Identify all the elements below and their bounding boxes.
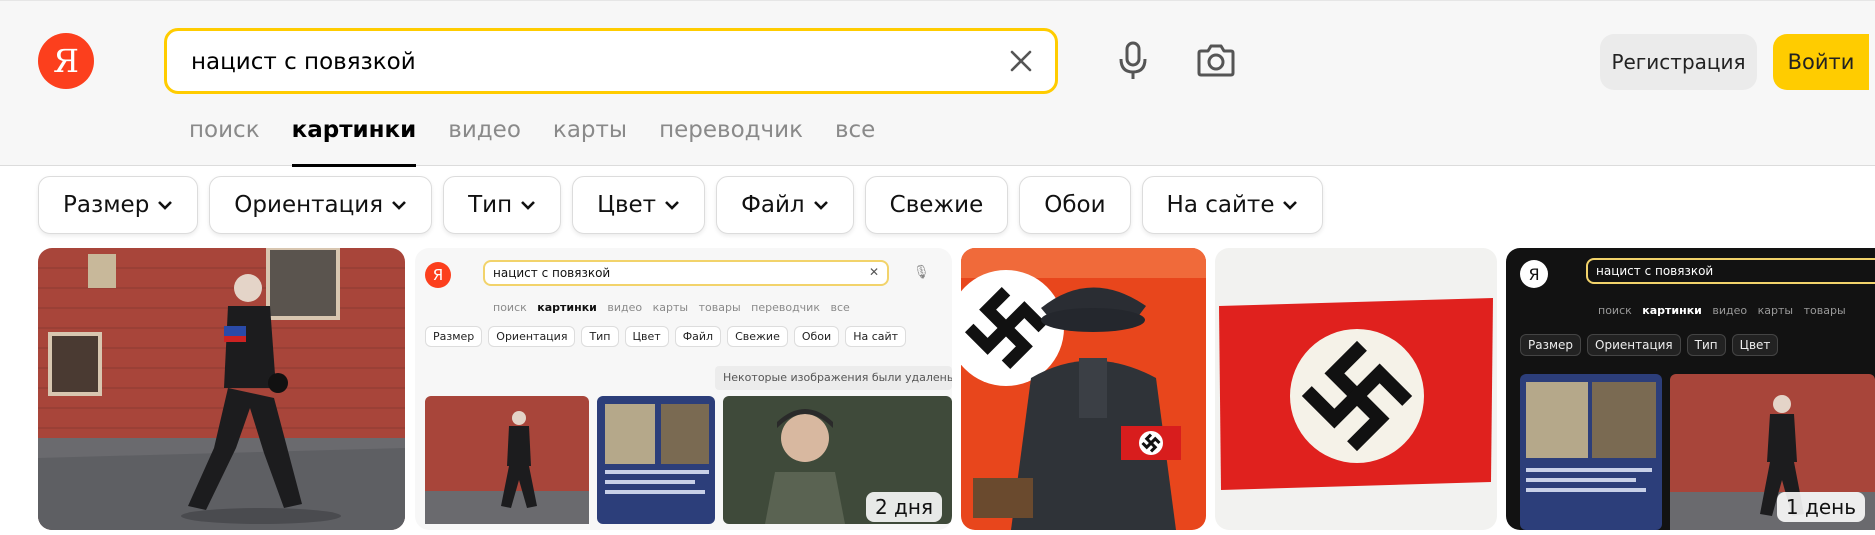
tab-maps[interactable]: карты: [553, 117, 627, 167]
filter-label: Обои: [1044, 192, 1106, 218]
mini-tab: товары: [698, 301, 741, 314]
filter-label: На сайте: [1166, 192, 1275, 218]
tab-all[interactable]: все: [835, 117, 875, 167]
tab-search[interactable]: поиск: [189, 117, 260, 167]
microphone-icon: 🎙: [913, 265, 930, 280]
camera-search-icon[interactable]: [1195, 39, 1237, 83]
mini-tab: видео: [607, 301, 643, 314]
chevron-down-icon: [1283, 201, 1298, 210]
yandex-logo[interactable]: Я: [38, 33, 94, 89]
chevron-down-icon: [392, 201, 406, 210]
filter-label: Цвет: [597, 192, 657, 218]
chevron-down-icon: [521, 201, 536, 210]
mini-chip: Свежие: [727, 326, 788, 347]
mini-notice: Некоторые изображения были удалены из р: [715, 366, 952, 390]
mini-chip: На сайт: [845, 326, 907, 347]
mini-chip: Ориентация: [488, 326, 576, 347]
mini-tab-active: картинки: [537, 301, 597, 314]
search-box[interactable]: нацист с повязкой: [164, 28, 1058, 94]
chevron-down-icon: [665, 201, 680, 210]
mini-chip: Размер: [1520, 334, 1582, 356]
mini-tabs: поиск картинки видео карты товары перево…: [493, 301, 850, 314]
mini-search-text: нацист с повязкой: [493, 266, 611, 280]
mini-chip: Цвет: [1731, 334, 1779, 356]
image-result[interactable]: [38, 248, 405, 530]
result-age-badge: 2 дня: [865, 492, 942, 522]
search-input[interactable]: нацист с повязкой: [191, 49, 416, 75]
chevron-down-icon: [813, 201, 828, 210]
mini-tab: товары: [1803, 304, 1846, 317]
mini-search-text: нацист с повязкой: [1596, 264, 1714, 278]
filter-label: Тип: [468, 192, 513, 218]
mini-filter-bar: Размер Ориентация Тип Цвет Файл Свежие О…: [425, 326, 912, 347]
mini-tab: карты: [652, 301, 689, 314]
mini-tabs: поиск картинки видео карты товары: [1598, 304, 1846, 317]
register-button[interactable]: Регистрация: [1600, 34, 1757, 90]
mini-tab-active: картинки: [1642, 304, 1702, 317]
mini-chip: Цвет: [624, 326, 669, 347]
login-button[interactable]: Войти: [1773, 34, 1869, 90]
mini-chip: Тип: [1686, 334, 1726, 356]
image-result[interactable]: [1215, 248, 1497, 530]
microphone-icon[interactable]: [1112, 39, 1154, 83]
image-result[interactable]: Я нацист с повязкой поиск картинки видео…: [1506, 248, 1875, 530]
mini-chip: Тип: [581, 326, 619, 347]
header: Я нацист с повязкой Регистрация Войти по…: [0, 0, 1875, 167]
mini-search: нацист с повязкой ✕: [483, 260, 889, 286]
mini-tab: все: [830, 301, 850, 314]
yandex-images-page: Я нацист с повязкой Регистрация Войти по…: [0, 0, 1875, 535]
result-thumbnail: [1219, 298, 1493, 490]
filter-label: Файл: [741, 192, 805, 218]
mini-tab: видео: [1712, 304, 1748, 317]
filter-color[interactable]: Цвет: [572, 176, 706, 234]
filter-fresh[interactable]: Свежие: [864, 176, 1009, 234]
filter-bar: Размер Ориентация Тип Цвет Файл Свежие О…: [38, 176, 1334, 234]
clear-icon[interactable]: [1005, 45, 1037, 77]
filter-on-site[interactable]: На сайте: [1141, 176, 1324, 234]
mini-logo: Я: [1520, 260, 1548, 288]
mini-filter-bar: Размер Ориентация Тип Цвет: [1520, 334, 1784, 356]
filter-label: Ориентация: [234, 192, 384, 218]
mini-tab: карты: [1757, 304, 1794, 317]
tab-images[interactable]: картинки: [291, 117, 416, 167]
filter-label: Размер: [63, 192, 150, 218]
result-age-badge: 1 день: [1776, 492, 1865, 522]
mini-tab: переводчик: [751, 301, 820, 314]
tab-translator[interactable]: переводчик: [659, 117, 803, 167]
chevron-down-icon: [158, 201, 173, 210]
mini-logo: Я: [425, 262, 451, 288]
search-tabs: поиск картинки видео карты переводчик вс…: [189, 117, 907, 167]
mini-chip: Размер: [425, 326, 483, 347]
mini-chip: Файл: [674, 326, 722, 347]
filter-label: Свежие: [889, 192, 984, 218]
mini-chip: Ориентация: [1587, 334, 1681, 356]
result-thumbnail: [38, 248, 405, 530]
result-thumbnail: [961, 248, 1206, 530]
filter-orientation[interactable]: Ориентация: [209, 176, 433, 234]
clear-icon: ✕: [868, 265, 879, 279]
mini-tab: поиск: [493, 301, 527, 314]
filter-type[interactable]: Тип: [443, 176, 562, 234]
filter-wallpapers[interactable]: Обои: [1019, 176, 1131, 234]
mini-chip: Обои: [793, 326, 840, 347]
image-result[interactable]: Я нацист с повязкой ✕ 🎙 поиск картинки в…: [415, 248, 952, 530]
mini-tab: поиск: [1598, 304, 1632, 317]
filter-size[interactable]: Размер: [38, 176, 199, 234]
mini-search: нацист с повязкой: [1586, 258, 1875, 284]
image-result[interactable]: [961, 248, 1206, 530]
tab-video[interactable]: видео: [448, 117, 521, 167]
filter-file[interactable]: Файл: [716, 176, 854, 234]
